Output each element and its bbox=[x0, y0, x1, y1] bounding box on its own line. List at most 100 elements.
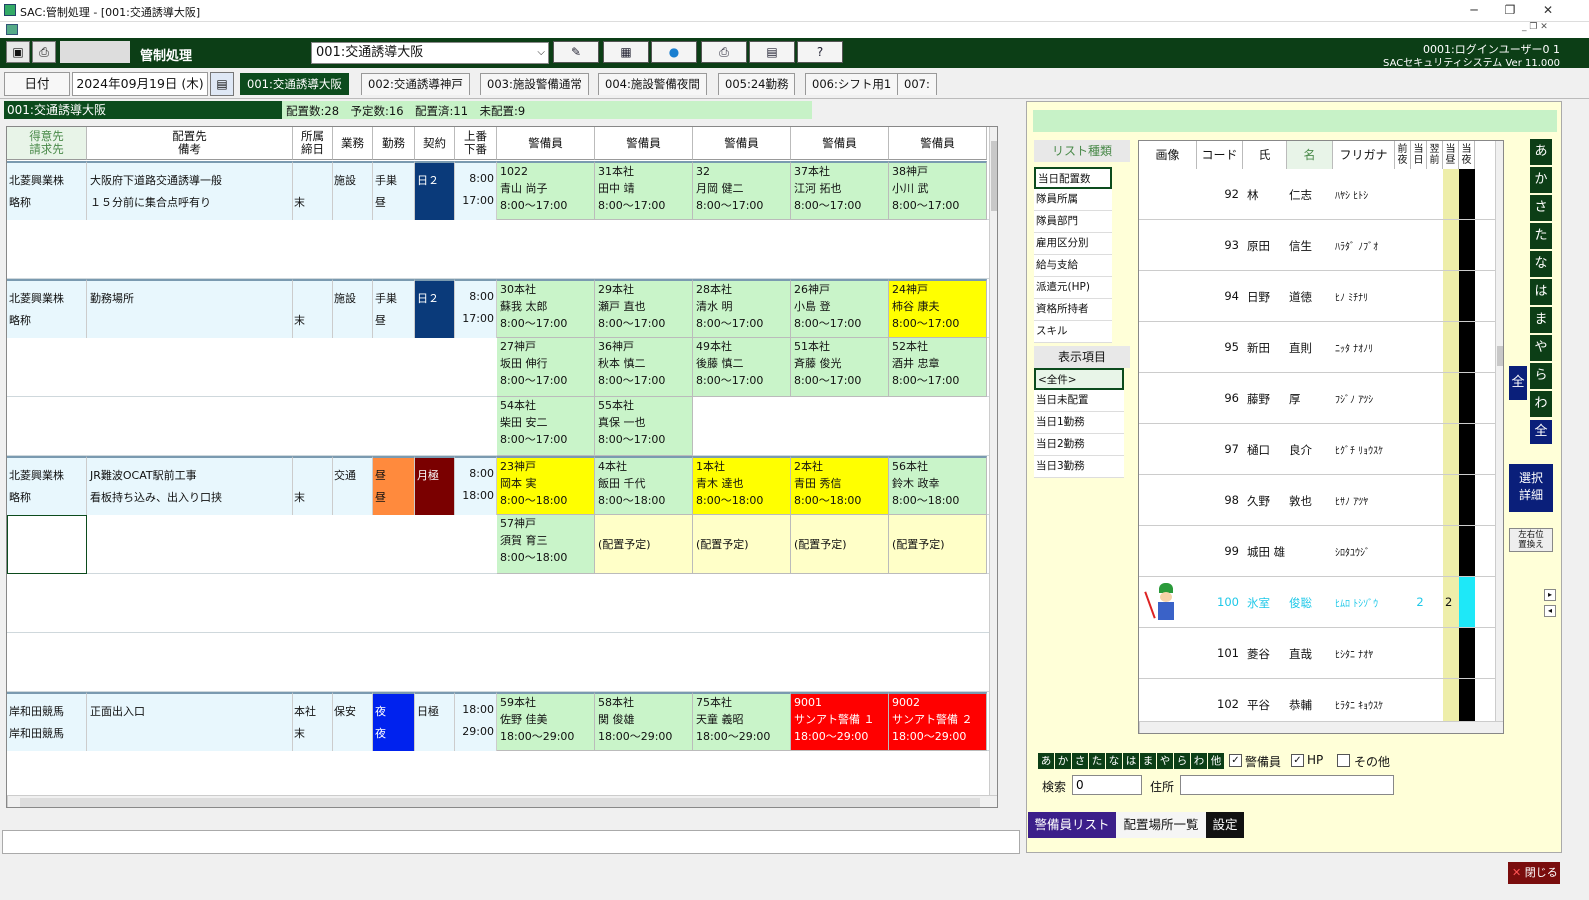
guard-cell[interactable]: 31本社 田中 靖 8:00～17:00 bbox=[595, 161, 693, 220]
kana-filter-0[interactable]: あ bbox=[1530, 139, 1552, 165]
list-type-item[interactable]: 給与支給 bbox=[1034, 255, 1112, 277]
guard-cell[interactable]: 49本社 後藤 慎二 8:00～17:00 bbox=[693, 338, 791, 397]
printer-icon[interactable]: ⎙ bbox=[701, 41, 747, 63]
tab-006[interactable]: 006:シフト用1 bbox=[805, 73, 899, 95]
guard-cell[interactable]: 30本社 蘇我 太郎 8:00～17:00 bbox=[497, 279, 595, 338]
minimize-button[interactable]: ─ bbox=[1456, 0, 1492, 20]
select-detail-button[interactable]: 選択 詳細 bbox=[1509, 464, 1553, 512]
employee-row[interactable]: 95 新田 直則 ﾆｯﾀ ﾅｵﾉﾘ bbox=[1139, 322, 1495, 373]
display-item[interactable]: 当日未配置 bbox=[1034, 390, 1124, 412]
tab-location-list[interactable]: 配置場所一覧 bbox=[1116, 812, 1206, 838]
kana-filter-1[interactable]: か bbox=[1530, 167, 1552, 193]
help-icon[interactable]: ? bbox=[797, 41, 843, 63]
scroll-thumb[interactable] bbox=[991, 141, 997, 211]
kana-filter-3[interactable]: た bbox=[1530, 223, 1552, 249]
kana-filter-9[interactable]: わ bbox=[1530, 391, 1552, 417]
guard-cell[interactable]: 9001 サンアト警備 １ 18:00～29:00 bbox=[791, 692, 889, 751]
maximize-button[interactable]: ❐ bbox=[1492, 0, 1528, 20]
employee-horizontal-scrollbar[interactable] bbox=[1139, 721, 1503, 733]
assignment-grid[interactable]: 得意先 請求先 配置先 備考 所属 締日 業務 勤務 契約 上番 下番 警備員 警備員 警備員 警備… bbox=[6, 126, 998, 808]
guard-cell[interactable]: 9002 サンアト警備 ２ 18:00～29:00 bbox=[889, 692, 987, 751]
kana-filter-6[interactable]: ま bbox=[1530, 307, 1552, 333]
date-field[interactable]: 2024年09月19日 (木) bbox=[72, 72, 208, 96]
grid-row[interactable] bbox=[7, 220, 989, 279]
display-item[interactable]: 当日2勤務 bbox=[1034, 434, 1124, 456]
tab-003[interactable]: 003:施設警備通常 bbox=[480, 73, 589, 95]
guard-cell[interactable]: 75本社 天童 義昭 18:00～29:00 bbox=[693, 692, 791, 751]
shift-cell[interactable]: 昼昼 bbox=[373, 456, 415, 515]
guard-cell[interactable]: 38神戸 小川 武 8:00～17:00 bbox=[889, 161, 987, 220]
list-type-item[interactable]: 派遣元(HP) bbox=[1034, 277, 1112, 299]
guard-cell[interactable]: 32 月岡 健二 8:00～17:00 bbox=[693, 161, 791, 220]
display-item[interactable]: 当日3勤務 bbox=[1034, 456, 1124, 478]
kana-filter-5[interactable]: は bbox=[1530, 279, 1552, 305]
employee-row[interactable]: 99 城田 雄 ｼﾛﾀﾕｳｼﾞ bbox=[1139, 526, 1495, 577]
pending-cell[interactable]: (配置予定) bbox=[693, 515, 791, 574]
guard-checkbox[interactable]: ✓ bbox=[1229, 754, 1242, 767]
filter-kana-5[interactable]: は bbox=[1123, 753, 1139, 769]
guard-cell[interactable]: 58本社関 俊雄 18:00～29:00 bbox=[595, 692, 693, 751]
guard-cell[interactable]: 52本社 酒井 忠章 8:00～17:00 bbox=[889, 338, 987, 397]
globe-icon[interactable]: ● bbox=[651, 41, 697, 63]
filter-kana-7[interactable]: や bbox=[1157, 753, 1173, 769]
filter-kana-0[interactable]: あ bbox=[1038, 753, 1054, 769]
tab-001[interactable]: 001:交通誘導大阪 bbox=[240, 73, 349, 95]
tab-guard-list[interactable]: 警備員リスト bbox=[1028, 812, 1116, 838]
close-button[interactable]: ✕ 閉じる bbox=[1508, 862, 1560, 884]
guard-cell[interactable]: 28本社 清水 明 8:00～17:00 bbox=[693, 279, 791, 338]
employee-row[interactable]: 100 氷室 俊聡 ﾋﾑﾛ ﾄｼｿﾞｳ 2 2 bbox=[1139, 577, 1495, 628]
guard-cell[interactable]: 57神戸 須賀 育三 8:00～18:00 bbox=[497, 515, 595, 574]
tab-004[interactable]: 004:施設警備夜間 bbox=[598, 73, 707, 95]
location-cell[interactable]: 勤務場所 bbox=[87, 279, 293, 338]
tab-007[interactable]: 007: bbox=[897, 73, 937, 95]
pending-cell[interactable]: (配置予定) bbox=[595, 515, 693, 574]
guard-cell[interactable]: 29本社 瀬戸 直也 8:00～17:00 bbox=[595, 279, 693, 338]
document-icon[interactable]: ▤ bbox=[749, 41, 795, 63]
all-left-button[interactable]: 全 bbox=[1509, 366, 1527, 400]
guard-cell[interactable]: 37本社 江河 拓也 8:00～17:00 bbox=[791, 161, 889, 220]
filter-kana-4[interactable]: な bbox=[1106, 753, 1122, 769]
employee-row[interactable]: 96 藤野 厚 ﾌｼﾞﾉ ｱﾂｼ bbox=[1139, 373, 1495, 424]
shift-cell[interactable]: 夜夜 bbox=[373, 692, 415, 751]
site-select[interactable]: 001:交通誘導大阪 ⌵ bbox=[311, 42, 549, 64]
guard-cell[interactable]: 55本社 真保 一也 8:00～17:00 bbox=[595, 397, 693, 456]
guard-cell[interactable]: 51本社 斉藤 俊光 8:00～17:00 bbox=[791, 338, 889, 397]
search-input[interactable] bbox=[1072, 775, 1142, 795]
grid-vertical-scrollbar[interactable] bbox=[989, 127, 997, 795]
selected-cell[interactable] bbox=[7, 515, 87, 574]
all-kana-button[interactable]: 全 bbox=[1530, 420, 1552, 444]
list-type-item[interactable]: 隊員所属 bbox=[1034, 189, 1112, 211]
customer-cell[interactable]: 北菱興業株 略称 bbox=[7, 456, 87, 515]
arrow-right-icon[interactable]: ▸ bbox=[1544, 589, 1556, 601]
guard-cell[interactable]: 4本社 飯田 千代 8:00～18:00 bbox=[595, 456, 693, 515]
guard-cell[interactable]: 27神戸 坂田 伸行 8:00～17:00 bbox=[497, 338, 595, 397]
filter-kana-6[interactable]: ま bbox=[1140, 753, 1156, 769]
guard-cell[interactable]: 36神戸 秋本 慎二 8:00～17:00 bbox=[595, 338, 693, 397]
filter-kana-10[interactable]: 他 bbox=[1208, 753, 1224, 769]
location-cell[interactable]: JR難波OCAT駅前工事 看板持ち込み、出入り口挟 bbox=[87, 456, 293, 515]
list-type-item[interactable]: 隊員部門 bbox=[1034, 211, 1112, 233]
employee-list[interactable]: 画像 コード氏名フリガナ 前夜 当日 翌前 当昼 当夜 92 林 仁志 ﾊﾔｼ ﾋﾄｼ 93 原田 信生 ﾊ… bbox=[1138, 140, 1504, 734]
list-type-item[interactable]: 資格所持者 bbox=[1034, 299, 1112, 321]
grid-row[interactable] bbox=[7, 574, 989, 633]
filter-kana-3[interactable]: た bbox=[1089, 753, 1105, 769]
grid-horizontal-scrollbar[interactable] bbox=[7, 795, 997, 807]
hscroll-thumb[interactable] bbox=[20, 798, 980, 807]
tab-005[interactable]: 005:24勤務 bbox=[718, 73, 796, 95]
edit-icon[interactable]: ✎ bbox=[553, 41, 599, 63]
employee-row[interactable]: 93 原田 信生 ﾊﾗﾀﾞ ﾉﾌﾞｵ bbox=[1139, 220, 1495, 271]
kana-filter-4[interactable]: な bbox=[1530, 251, 1552, 277]
filter-kana-1[interactable]: か bbox=[1055, 753, 1071, 769]
other-checkbox[interactable] bbox=[1337, 754, 1350, 767]
pending-cell[interactable]: (配置予定) bbox=[889, 515, 987, 574]
display-item[interactable]: <全件> bbox=[1034, 368, 1124, 390]
tab-settings[interactable]: 設定 bbox=[1206, 812, 1244, 838]
shift-cell[interactable]: 手巣昼 bbox=[373, 279, 415, 338]
guard-cell[interactable]: 56本社 鈴木 政幸 8:00～18:00 bbox=[889, 456, 987, 515]
close-window-button[interactable]: ✕ bbox=[1530, 0, 1566, 20]
guard-cell[interactable]: 24神戸 柿谷 康夫 8:00～17:00 bbox=[889, 279, 987, 338]
customer-cell[interactable]: 北菱興業株 略称 bbox=[7, 161, 87, 220]
employee-row[interactable]: 98 久野 敦也 ﾋｻﾉ ｱﾂﾔ bbox=[1139, 475, 1495, 526]
guard-cell[interactable]: 1本社 青木 達也 8:00～18:00 bbox=[693, 456, 791, 515]
window-icon[interactable]: ▣ bbox=[6, 41, 30, 63]
